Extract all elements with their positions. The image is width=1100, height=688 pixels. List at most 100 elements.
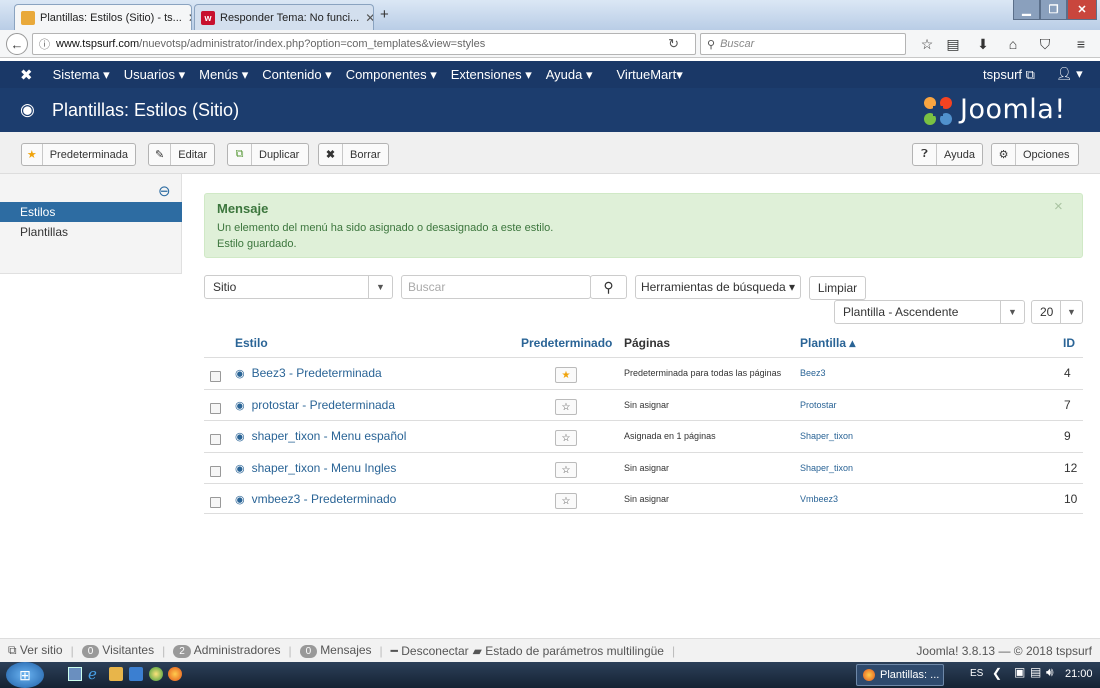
chevron-down-icon: ▼	[1060, 301, 1082, 323]
edit-button[interactable]: ✎ Editar	[148, 143, 215, 166]
user-menu[interactable]: 👤︎ ▾	[1056, 66, 1083, 82]
row-checkbox[interactable]	[210, 434, 221, 445]
ordering-select[interactable]: Plantilla - Ascendente ▼	[834, 300, 1025, 324]
file-explorer-icon[interactable]	[109, 667, 123, 681]
joomla-menu-logo-icon[interactable]: ✖	[20, 66, 33, 84]
download-icon[interactable]: ⬇	[972, 34, 994, 54]
close-tab-icon[interactable]: ✕	[359, 11, 373, 25]
battery-icon[interactable]: ▤	[1030, 665, 1041, 679]
search-tools-button[interactable]: Herramientas de búsqueda ▾	[635, 275, 801, 299]
set-default-star-icon[interactable]: ☆	[555, 462, 577, 478]
view-site-link[interactable]: ⧉ Ver sitio	[8, 643, 63, 658]
style-link[interactable]: ◉ vmbeez3 - Predeterminado	[235, 492, 396, 506]
search-input[interactable]: Buscar	[401, 275, 591, 299]
menu-contenido[interactable]: Contenido ▾	[262, 67, 331, 83]
menu-menus[interactable]: Menús ▾	[199, 67, 248, 83]
menu-usuarios[interactable]: Usuarios ▾	[124, 67, 185, 83]
admin-menu-bar: ✖ Sistema ▾ Usuarios ▾ Menús ▾ Contenido…	[0, 61, 1100, 88]
internet-explorer-icon[interactable]: ℯ	[88, 665, 97, 683]
pocket-icon[interactable]: ⛉	[1034, 34, 1056, 54]
style-link[interactable]: ◉ Beez3 - Predeterminada	[235, 366, 382, 380]
close-message-icon[interactable]: ×	[1054, 198, 1063, 215]
reading-list-icon[interactable]: ▤	[942, 34, 964, 54]
style-link[interactable]: ◉ protostar - Predeterminada	[235, 398, 395, 412]
browser-search-field[interactable]: ⚲ Buscar	[700, 33, 906, 55]
help-button[interactable]: ❓︎ Ayuda	[912, 143, 983, 166]
taskbar-task-firefox[interactable]: Plantillas: ...	[856, 664, 944, 686]
style-link[interactable]: ◉ shaper_tixon - Menu Ingles	[235, 461, 396, 475]
bookmark-star-icon[interactable]: ☆	[916, 34, 938, 54]
logout-link[interactable]: ━ Desconectar	[391, 644, 469, 658]
address-bar[interactable]: ⓘ www.tspsurf.com/nuevotsp/administrator…	[32, 33, 696, 55]
hamburger-menu-icon[interactable]: ≡	[1070, 34, 1092, 54]
template-link[interactable]: Vmbeez3	[800, 494, 838, 504]
options-button[interactable]: ⚙ Opciones	[991, 143, 1079, 166]
set-default-star-icon[interactable]: ☆	[555, 399, 577, 415]
volume-icon[interactable]: 🔊︎	[1046, 665, 1054, 680]
collapse-sidebar-icon[interactable]: ⊖	[158, 182, 171, 200]
messages-count-badge: 0	[299, 645, 318, 658]
media-icon[interactable]	[129, 667, 143, 681]
message-line: Un elemento del menú ha sido asignado o …	[217, 222, 554, 234]
close-window-icon[interactable]: ✕	[1067, 0, 1097, 20]
clock[interactable]: 21:00	[1065, 668, 1093, 680]
column-header-template[interactable]: Plantilla ▴	[800, 336, 855, 350]
reload-icon[interactable]: ↻	[668, 36, 679, 52]
template-link[interactable]: Protostar	[800, 400, 837, 410]
admins-status[interactable]: 2 Administradores	[173, 643, 281, 658]
eye-icon: ◉	[20, 100, 35, 119]
menu-virtuemart[interactable]: VirtueMart▾	[617, 67, 683, 83]
menu-extensiones[interactable]: Extensiones ▾	[451, 67, 532, 83]
visitors-status[interactable]: 0 Visitantes	[81, 643, 154, 658]
firefox-icon[interactable]	[168, 667, 182, 681]
search-button[interactable]: ⚲	[590, 275, 627, 299]
info-icon[interactable]: ⓘ	[39, 36, 50, 52]
chrome-icon[interactable]	[149, 667, 163, 681]
template-link[interactable]: Shaper_tixon	[800, 463, 853, 473]
site-link[interactable]: tspsurf ⧉	[983, 67, 1035, 83]
multilang-status-link[interactable]: ▰ Estado de parámetros multilingüe	[473, 644, 664, 658]
row-checkbox[interactable]	[210, 497, 221, 508]
menu-ayuda[interactable]: Ayuda ▾	[546, 67, 593, 83]
network-icon[interactable]: ▣	[1014, 665, 1025, 679]
style-link[interactable]: ◉ shaper_tixon - Menu español	[235, 429, 406, 443]
set-default-star-icon[interactable]: ☆	[555, 493, 577, 509]
star-icon: ★	[22, 144, 43, 165]
show-desktop-icon[interactable]	[68, 667, 82, 681]
default-star-icon[interactable]: ★	[555, 367, 577, 383]
show-hidden-icons-icon[interactable]: ❮	[992, 666, 1002, 680]
browser-tab-active[interactable]: Plantillas: Estilos (Sitio) - ts... ✕	[14, 4, 192, 30]
menu-componentes[interactable]: Componentes ▾	[346, 67, 437, 83]
sidebar-item-estilos[interactable]: Estilos	[0, 202, 182, 222]
back-icon[interactable]: ←	[6, 33, 28, 55]
browser-tab-inactive[interactable]: w Responder Tema: No funci... ✕	[194, 4, 374, 30]
messages-status[interactable]: 0 Mensajes	[299, 643, 372, 658]
template-link[interactable]: Shaper_tixon	[800, 431, 853, 441]
default-button[interactable]: ★ Predeterminada	[21, 143, 136, 166]
sidebar-item-plantillas[interactable]: Plantillas	[0, 222, 182, 242]
client-select[interactable]: Sitio ▼	[204, 275, 393, 299]
language-indicator[interactable]: ES	[970, 668, 983, 679]
site-favicon-icon: w	[201, 10, 215, 25]
preview-eye-icon: ◉	[235, 462, 245, 475]
limit-select[interactable]: 20 ▼	[1031, 300, 1083, 324]
row-checkbox[interactable]	[210, 466, 221, 477]
row-checkbox[interactable]	[210, 403, 221, 414]
column-header-id[interactable]: ID	[1063, 336, 1075, 350]
set-default-star-icon[interactable]: ☆	[555, 430, 577, 446]
delete-button[interactable]: ✖ Borrar	[318, 143, 389, 166]
start-button-icon[interactable]: ⊞	[6, 662, 44, 688]
row-checkbox[interactable]	[210, 371, 221, 382]
column-header-default[interactable]: Predeterminado	[521, 336, 612, 350]
delete-icon: ✖	[319, 144, 343, 165]
close-tab-icon[interactable]: ✕	[182, 11, 191, 25]
minimize-window-icon[interactable]: ▁	[1013, 0, 1040, 20]
maximize-window-icon[interactable]: ❐	[1040, 0, 1067, 20]
home-icon[interactable]: ⌂	[1002, 34, 1024, 54]
clear-button[interactable]: Limpiar	[809, 276, 866, 300]
duplicate-button[interactable]: ⧉ Duplicar	[227, 143, 309, 166]
template-link[interactable]: Beez3	[800, 368, 826, 378]
new-tab-button[interactable]: +	[380, 6, 389, 23]
column-header-style[interactable]: Estilo	[235, 336, 268, 350]
menu-sistema[interactable]: Sistema ▾	[53, 67, 110, 83]
